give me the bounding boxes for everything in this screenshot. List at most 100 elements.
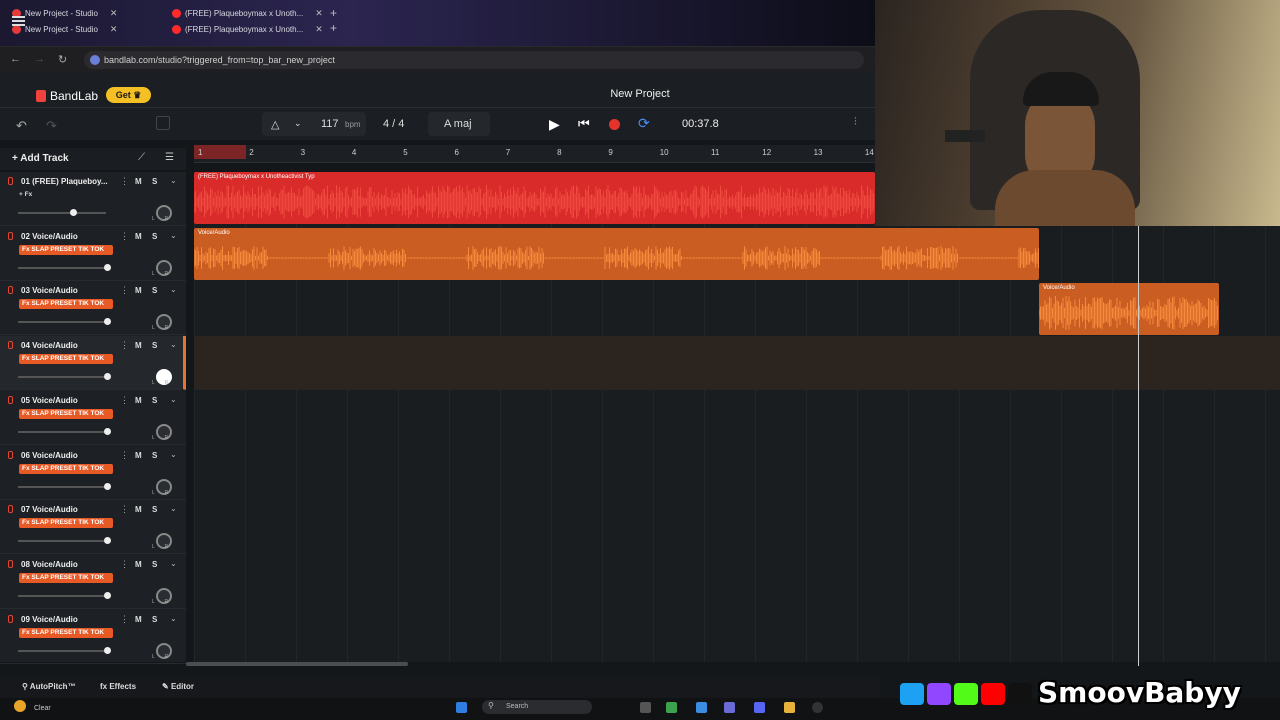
track-name[interactable]: 01 (FREE) Plaqueboy... bbox=[21, 177, 111, 186]
track-header[interactable]: 01 (FREE) Plaqueboy... ⋮ M S ⌄ + Fx L R bbox=[0, 172, 186, 226]
discord-icon[interactable] bbox=[754, 702, 765, 713]
browser-tab[interactable]: (FREE) Plaqueboymax x Unoth... ✕ bbox=[172, 22, 323, 36]
fx-preset-badge[interactable]: + Fx bbox=[19, 190, 113, 200]
mute-button[interactable]: M bbox=[135, 341, 142, 350]
selected-track-lane[interactable] bbox=[194, 336, 1280, 390]
fx-preset-badge[interactable]: Fx SLAP PRESET TIK TOK bbox=[19, 627, 113, 638]
volume-handle[interactable] bbox=[104, 427, 111, 435]
task-view-icon[interactable] bbox=[640, 702, 651, 713]
play-icon[interactable]: ▶ bbox=[549, 116, 560, 133]
fx-preset-badge[interactable]: Fx SLAP PRESET TIK TOK bbox=[19, 408, 113, 419]
chevron-down-icon[interactable]: ⌄ bbox=[170, 614, 177, 623]
browser-tab[interactable]: (FREE) Plaqueboymax x Unoth... ✕ bbox=[172, 6, 323, 20]
volume-slider[interactable] bbox=[18, 540, 106, 543]
redo-icon[interactable]: ↷ bbox=[46, 118, 57, 134]
volume-handle[interactable] bbox=[104, 482, 111, 490]
chevron-down-icon[interactable]: ⌄ bbox=[170, 340, 177, 349]
chevron-down-icon[interactable]: ⌄ bbox=[170, 450, 177, 459]
record-button[interactable] bbox=[609, 119, 620, 130]
browser-tab[interactable]: New Project - Studio ✕ bbox=[12, 6, 117, 20]
more-options-icon[interactable]: ⋮ bbox=[120, 559, 129, 570]
volume-slider[interactable] bbox=[18, 649, 106, 652]
track-header[interactable]: 09 Voice/Audio ⋮ M S ⌄ Fx SLAP PRESET TIK TOK… bbox=[0, 610, 186, 664]
fx-preset-badge[interactable]: Fx SLAP PRESET TIK TOK bbox=[19, 299, 113, 310]
track-list-icon[interactable]: ☰ bbox=[165, 152, 174, 163]
volume-handle[interactable] bbox=[69, 209, 77, 216]
mixer-toggle-icon[interactable] bbox=[156, 116, 170, 130]
windows-start-icon[interactable] bbox=[456, 702, 467, 713]
file-explorer-icon[interactable] bbox=[784, 702, 795, 713]
chevron-down-icon[interactable]: ⌄ bbox=[170, 395, 177, 404]
more-options-icon[interactable]: ⋮ bbox=[120, 450, 129, 461]
mute-button[interactable]: M bbox=[135, 396, 142, 405]
solo-button[interactable]: S bbox=[152, 286, 157, 295]
fx-preset-badge[interactable]: Fx SLAP PRESET TIK TOK bbox=[19, 518, 113, 529]
more-options-icon[interactable]: ⋮ bbox=[120, 285, 129, 296]
add-track-button[interactable]: + Add Track bbox=[12, 153, 69, 164]
volume-slider[interactable] bbox=[18, 376, 106, 379]
volume-handle[interactable] bbox=[104, 591, 111, 599]
chevron-down-icon[interactable]: ⌄ bbox=[294, 118, 302, 129]
track-header[interactable]: 03 Voice/Audio ⋮ M S ⌄ Fx SLAP PRESET TIK TOK… bbox=[0, 281, 186, 336]
skip-to-start-icon[interactable]: ⏮ bbox=[578, 116, 590, 132]
more-options-icon[interactable]: ⋮ bbox=[120, 614, 129, 625]
chevron-down-icon[interactable]: ⌄ bbox=[170, 231, 177, 240]
reload-icon[interactable]: ↻ bbox=[58, 53, 67, 66]
chevron-down-icon[interactable]: ⌄ bbox=[170, 559, 177, 568]
mute-button[interactable]: M bbox=[135, 286, 142, 295]
track-header[interactable]: 04 Voice/Audio ⋮ M S ⌄ Fx SLAP PRESET TIK TOK… bbox=[0, 336, 186, 391]
volume-handle[interactable] bbox=[104, 318, 111, 326]
tuner-icon[interactable]: ⟋ bbox=[138, 152, 145, 163]
close-tab-icon[interactable]: ✕ bbox=[315, 24, 323, 35]
track-name[interactable]: 07 Voice/Audio bbox=[21, 505, 111, 514]
forward-icon[interactable]: → bbox=[34, 53, 45, 65]
mute-button[interactable]: M bbox=[135, 232, 142, 241]
track-header[interactable]: 02 Voice/Audio ⋮ M S ⌄ Fx SLAP PRESET TIK TOK… bbox=[0, 227, 186, 281]
more-options-icon[interactable]: ⋮ bbox=[120, 340, 129, 351]
track-name[interactable]: 06 Voice/Audio bbox=[21, 451, 111, 460]
track-header[interactable]: 08 Voice/Audio ⋮ M S ⌄ Fx SLAP PRESET TIK TOK… bbox=[0, 555, 186, 609]
close-tab-icon[interactable]: ✕ bbox=[110, 8, 118, 19]
volume-handle[interactable] bbox=[104, 373, 111, 381]
app-icon[interactable] bbox=[696, 702, 707, 713]
get-membership-button[interactable]: Get ♛ bbox=[106, 87, 151, 103]
timeline-ruler[interactable] bbox=[194, 145, 875, 163]
track-header[interactable]: 05 Voice/Audio ⋮ M S ⌄ Fx SLAP PRESET TIK TOK… bbox=[0, 391, 186, 445]
more-options-icon[interactable]: ⋮ bbox=[120, 231, 129, 242]
chevron-down-icon[interactable]: ⌄ bbox=[170, 504, 177, 513]
new-tab-icon[interactable]: + bbox=[330, 6, 337, 20]
bpm-value[interactable]: 117 bbox=[321, 118, 339, 130]
playhead[interactable] bbox=[1138, 226, 1139, 666]
volume-slider[interactable] bbox=[18, 212, 106, 214]
more-options-icon[interactable]: ⋮ bbox=[120, 176, 129, 187]
volume-handle[interactable] bbox=[104, 263, 111, 271]
site-info-icon[interactable] bbox=[90, 55, 100, 65]
volume-slider[interactable] bbox=[18, 485, 106, 488]
solo-button[interactable]: S bbox=[152, 396, 157, 405]
track-name[interactable]: 08 Voice/Audio bbox=[21, 560, 111, 569]
new-tab-icon[interactable]: + bbox=[330, 21, 337, 35]
loop-icon[interactable]: ⟳ bbox=[638, 115, 650, 132]
solo-button[interactable]: S bbox=[152, 560, 157, 569]
solo-button[interactable]: S bbox=[152, 505, 157, 514]
metronome-icon[interactable]: △ bbox=[271, 118, 279, 131]
app-icon[interactable] bbox=[724, 702, 735, 713]
fx-preset-badge[interactable]: Fx SLAP PRESET TIK TOK bbox=[19, 463, 113, 474]
back-icon[interactable]: ← bbox=[10, 53, 21, 65]
solo-button[interactable]: S bbox=[152, 232, 157, 241]
browser-tab[interactable]: New Project - Studio ✕ bbox=[12, 22, 117, 36]
project-title[interactable]: New Project bbox=[560, 88, 720, 100]
editor-button[interactable]: ✎ Editor bbox=[162, 682, 194, 691]
mixer-settings-icon[interactable]: ⫶ bbox=[854, 116, 857, 129]
mute-button[interactable]: M bbox=[135, 177, 142, 186]
weather-label[interactable]: Clear bbox=[34, 705, 51, 712]
weather-icon[interactable] bbox=[14, 700, 26, 712]
track-name[interactable]: 09 Voice/Audio bbox=[21, 615, 111, 624]
track-name[interactable]: 02 Voice/Audio bbox=[21, 232, 111, 241]
solo-button[interactable]: S bbox=[152, 615, 157, 624]
audio-clip[interactable]: Voice/Audio bbox=[194, 228, 1039, 280]
track-name[interactable]: 03 Voice/Audio bbox=[21, 286, 111, 295]
chevron-down-icon[interactable]: ⌄ bbox=[170, 285, 177, 294]
undo-icon[interactable]: ↶ bbox=[16, 118, 27, 134]
volume-slider[interactable] bbox=[18, 430, 106, 433]
